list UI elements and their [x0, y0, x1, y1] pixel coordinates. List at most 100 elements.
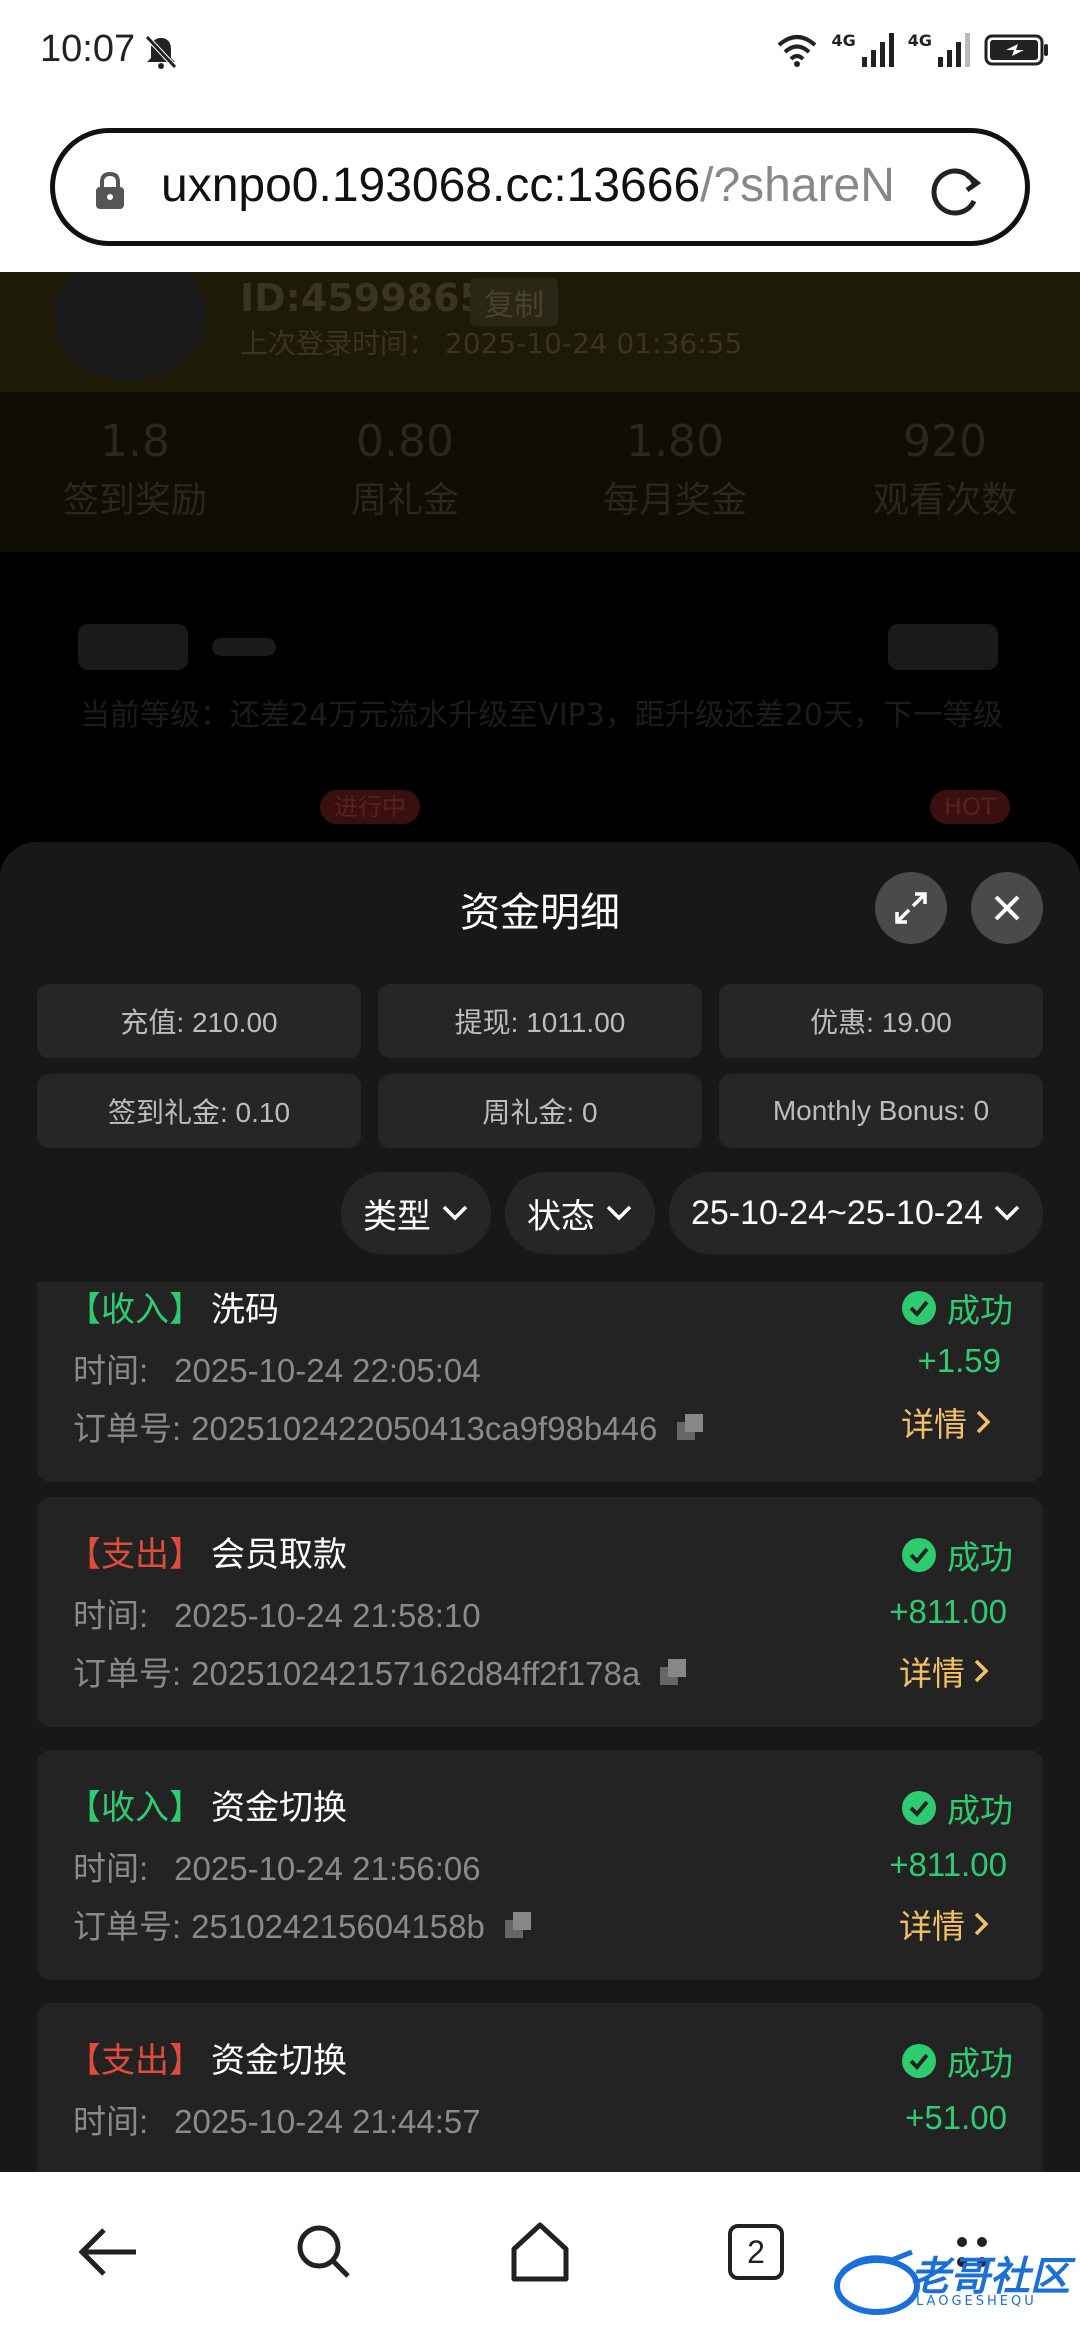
time-value: 2025-10-24 22:05:04: [174, 1352, 481, 1389]
order-value: 2025102422050413ca9f98b446: [191, 1410, 658, 1447]
check-circle-icon: [902, 1538, 936, 1572]
record-type: 【收入】 洗码: [67, 1282, 279, 1331]
tab-count: 2: [728, 2224, 784, 2280]
stat-label: 观看次数: [872, 480, 1017, 521]
reload-icon[interactable]: [927, 163, 985, 221]
close-icon: [994, 895, 1020, 921]
check-circle-icon: [902, 1291, 936, 1325]
chevron-down-icon: [994, 1205, 1020, 1221]
record-card: 【收入】 洗码 时间: 2025-10-24 22:05:04 订单号: 202510…: [37, 1282, 1043, 1482]
profile-header: ID:4599865 复制 上次登录时间： 2025-10-24 01:36:5…: [0, 272, 1080, 392]
watermark-logo: 老哥社区 LAOGESHEQU: [832, 2242, 1072, 2322]
order-label: 订单号:: [73, 1410, 182, 1447]
record-type: 【收入】 资金切换: [67, 1780, 347, 1829]
record-amount: +811.00: [889, 1593, 1007, 1630]
lock-icon: [96, 171, 124, 209]
level-text: 当前等级：还差24万元流水升级至VIP3，距升级还差20天，下一等级: [80, 698, 1003, 733]
copy-id-button: 复制: [470, 278, 558, 326]
record-list[interactable]: 【收入】 洗码 时间: 2025-10-24 22:05:04 订单号: 202510…: [37, 1282, 1043, 2172]
type-filter[interactable]: 类型: [340, 1172, 491, 1254]
address-bar[interactable]: uxnpo0.193068.cc:13666/?shareN: [50, 128, 1030, 246]
detail-label: 详情: [899, 1654, 965, 1693]
stat-value: 1.80: [626, 416, 724, 467]
order-label: 订单号:: [73, 1908, 182, 1945]
expand-button[interactable]: [875, 872, 947, 944]
record-order: 订单号: 2025102422050413ca9f98b446: [73, 1402, 707, 1450]
hot-badge: HOT: [930, 790, 1010, 824]
stat-item: 1.80 每月奖金: [540, 392, 810, 552]
record-tag: 【收入】: [67, 1788, 203, 1828]
status-time: 10:07: [40, 28, 136, 70]
expand-icon: [895, 892, 927, 924]
status-badge: 进行中: [320, 790, 420, 824]
record-card: 【支出】 资金切换 时间: 2025-10-24 21:44:57 成功 +51.0…: [37, 2003, 1043, 2172]
battery-charging-icon: [984, 34, 1048, 66]
detail-link[interactable]: 详情: [901, 1398, 991, 1446]
date-range-label: 25-10-24~25-10-24: [690, 1193, 983, 1232]
status-icons: 4G 4G: [777, 28, 1050, 72]
status-text: 成功: [947, 1791, 1013, 1830]
fund-details-modal: 资金明细 充值: 210.00 提现: 1011.00 优惠: 19.00 签到…: [0, 842, 1080, 2172]
detail-label: 详情: [901, 1405, 967, 1444]
date-range-filter[interactable]: 25-10-24~25-10-24: [668, 1172, 1043, 1254]
order-label: 订单号:: [73, 1655, 182, 1692]
type-filter-label: 类型: [362, 1197, 431, 1236]
detail-link[interactable]: 详情: [899, 1647, 989, 1695]
record-type: 【支出】 资金切换: [67, 2033, 347, 2082]
url-path: /?shareN: [700, 159, 895, 212]
copy-icon[interactable]: [658, 1657, 690, 1687]
vip-progress-bar: [212, 638, 276, 656]
arrow-left-icon: [78, 2228, 136, 2276]
record-time: 时间: 2025-10-24 21:56:06: [73, 1842, 481, 1890]
check-circle-icon: [902, 2044, 936, 2078]
record-time: 时间: 2025-10-24 21:58:10: [73, 1589, 481, 1637]
summary-withdraw: 提现: 1011.00: [378, 984, 702, 1058]
time-label: 时间:: [73, 1352, 149, 1389]
chevron-down-icon: [442, 1205, 468, 1221]
close-button[interactable]: [971, 872, 1043, 944]
summary-grid: 充值: 210.00 提现: 1011.00 优惠: 19.00 签到礼金: 0…: [37, 984, 1043, 1148]
status-filter[interactable]: 状态: [504, 1172, 655, 1254]
watermark-subtext: LAOGESHEQU: [916, 2294, 1037, 2309]
back-button[interactable]: [72, 2216, 144, 2288]
search-button[interactable]: [288, 2216, 360, 2288]
home-icon: [511, 2222, 569, 2282]
stat-label: 每月奖金: [602, 480, 747, 521]
summary-weekly-bonus: 周礼金: 0: [378, 1074, 702, 1148]
stat-value: 0.80: [356, 416, 454, 467]
tabs-button[interactable]: 2: [720, 2216, 792, 2288]
stat-label: 周礼金: [350, 480, 459, 521]
avatar: [54, 272, 206, 380]
record-status: 成功: [901, 1531, 1013, 1579]
filter-bar: 类型 状态 25-10-24~25-10-24: [340, 1172, 1043, 1254]
stat-value: 920: [903, 416, 987, 467]
home-button[interactable]: [504, 2216, 576, 2288]
record-type: 【支出】 会员取款: [67, 1527, 347, 1576]
order-value: 251024215604158b: [191, 1908, 485, 1945]
network-label-1: 4G: [831, 30, 856, 50]
status-filter-label: 状态: [526, 1197, 595, 1236]
detail-link[interactable]: 详情: [899, 1900, 989, 1948]
copy-icon[interactable]: [675, 1412, 707, 1442]
status-text: 成功: [947, 1291, 1013, 1330]
background-page: ID:4599865 复制 上次登录时间： 2025-10-24 01:36:5…: [0, 272, 1080, 842]
signal-icon-2: [938, 33, 970, 67]
record-amount: +51.00: [905, 2099, 1007, 2136]
chevron-down-icon: [606, 1205, 632, 1221]
check-circle-icon: [902, 1791, 936, 1825]
stat-item: 0.80 周礼金: [270, 392, 540, 552]
status-text: 成功: [947, 1538, 1013, 1577]
record-name: 洗码: [211, 1290, 279, 1330]
summary-deposit: 充值: 210.00: [37, 984, 361, 1058]
chevron-right-icon: [976, 1410, 991, 1434]
browser-toolbar: uxnpo0.193068.cc:13666/?shareN: [0, 104, 1080, 272]
record-amount: +811.00: [889, 1846, 1007, 1883]
summary-checkin-bonus: 签到礼金: 0.10: [37, 1074, 361, 1148]
time-label: 时间:: [73, 1850, 149, 1887]
summary-discount: 优惠: 19.00: [719, 984, 1043, 1058]
copy-icon[interactable]: [503, 1910, 535, 1940]
record-status: 成功: [901, 2037, 1013, 2085]
url-text[interactable]: uxnpo0.193068.cc:13666/?shareN: [161, 158, 951, 213]
bell-off-icon: [145, 35, 177, 69]
record-status: 成功: [901, 1284, 1013, 1332]
